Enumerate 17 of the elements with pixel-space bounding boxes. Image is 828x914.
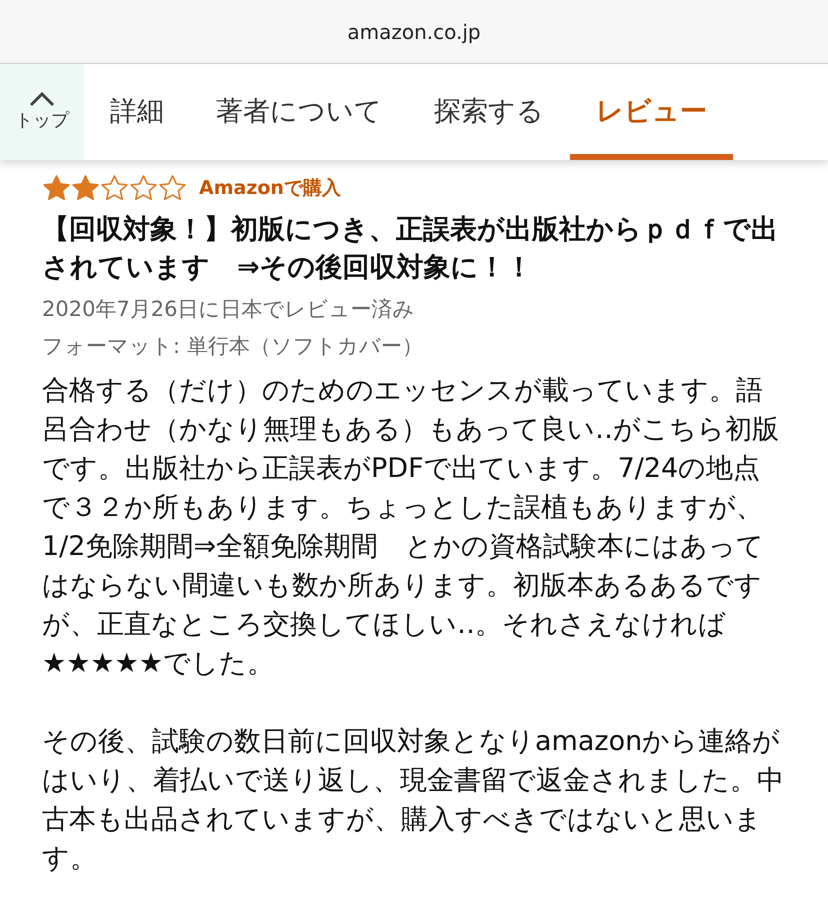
review-paragraph: 合格する（だけ）のためのエッセンスが載っています。語呂合わせ（かなり無理もある）もあって良い‥がこちら初版です。出版社から正誤表がPDFで出ています。7/24の地点で３２か所もあります。ちょっとした誤植もありますが、1/2免除期間⇒全額免除期間 とかの資格試験本にはあってはならない間違いも数か所あります。初版本あるあるですが、正直なところ交換してほしい‥。それさえなければ★★★★★でした。 <box>42 374 780 680</box>
tab[interactable]: レビュー <box>570 64 733 160</box>
tab[interactable]: 著者について <box>190 64 408 160</box>
tab[interactable]: 詳細 <box>84 64 190 160</box>
filled-star-icon <box>71 174 100 202</box>
up-chevron-icon <box>28 90 56 106</box>
review-paragraph: その後、試験の数日前に回収対象となりamazonから連絡がはいり、着払いで送り返し、現金書留で返金されました。中古本も出品されていますが、購入すべきではないと思います。 <box>42 724 785 876</box>
top-button[interactable]: トップ <box>0 64 84 160</box>
review-date: 2020年7月26日に日本でレビュー済み <box>42 296 416 322</box>
review-format: フォーマット: 単行本（ソフトカバー） <box>42 332 424 360</box>
empty-star-icon <box>158 174 187 202</box>
review-title: 【回収対象！】初版につき、正誤表が出版社からｐｄｆで出されています ⇒その後回収対象に！！ <box>42 212 779 284</box>
filled-star-icon <box>42 174 71 202</box>
tab[interactable]: 探索する <box>408 64 570 160</box>
url-text[interactable]: amazon.co.jp <box>347 16 481 46</box>
empty-star-icon <box>129 174 158 202</box>
purchase-label: Amazonで購入 <box>199 176 341 201</box>
